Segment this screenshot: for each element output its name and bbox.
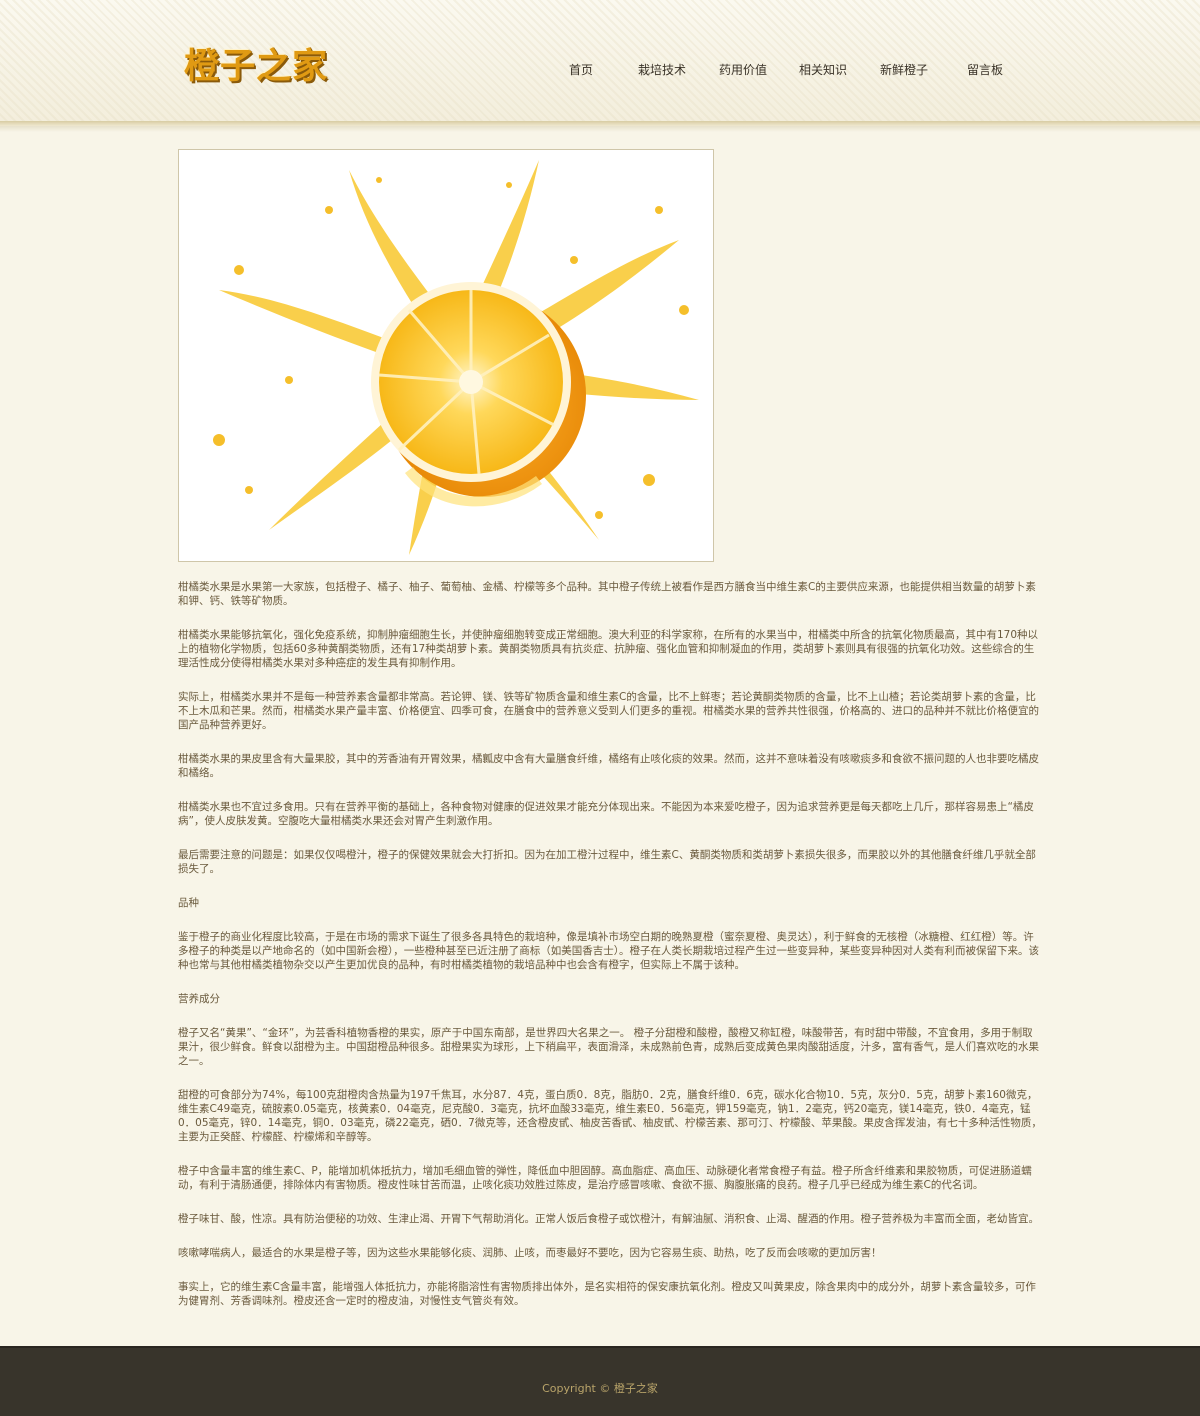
nav-item-home[interactable]: 首页 bbox=[569, 58, 593, 82]
nav-item-guestbook[interactable]: 留言板 bbox=[967, 58, 1003, 82]
nav-item-cultivation[interactable]: 栽培技术 bbox=[638, 58, 686, 82]
hero-image bbox=[178, 149, 714, 562]
site-header bbox=[0, 0, 1200, 125]
article-paragraph: 橙子味甘、酸，性凉。具有防治便秘的功效、生津止渴、开胃下气帮助消化。正常人饭后食… bbox=[178, 1213, 1039, 1225]
orange-splash-illustration bbox=[213, 160, 699, 555]
article-paragraph: 柑橘类水果是水果第一大家族，包括橙子、橘子、柚子、葡萄柚、金橘、柠檬等多个品种。… bbox=[178, 581, 1036, 607]
article-paragraph: 柑橘类水果的果皮里含有大量果胶，其中的芳香油有开胃效果，橘瓤皮中含有大量膳食纤维… bbox=[178, 753, 1039, 779]
article-paragraph: 橙子又名“黄果”、“金环”，为芸香科植物香橙的果实，原产于中国东南部，是世界四大… bbox=[178, 1027, 1039, 1067]
nav-item-medicinal[interactable]: 药用价值 bbox=[719, 58, 767, 82]
section-heading-nutrition: 营养成分 bbox=[178, 993, 220, 1005]
article-paragraph: 柑橘类水果能够抗氧化，强化免疫系统，抑制肿瘤细胞生长，并使肿瘤细胞转变成正常细胞… bbox=[178, 629, 1039, 669]
article-paragraph: 事实上，它的维生素C含量丰富，能增强人体抵抗力，亦能将脂溶性有害物质排出体外，是… bbox=[178, 1281, 1036, 1307]
article-paragraph: 实际上，柑橘类水果并不是每一种营养素含量都非常高。若论钾、镁、铁等矿物质含量和维… bbox=[178, 691, 1039, 731]
article-paragraph: 橙子中含量丰富的维生素C、P，能增加机体抵抗力，增加毛细血管的弹性，降低血中胆固… bbox=[178, 1165, 1032, 1191]
article-paragraph: 柑橘类水果也不宜过多食用。只有在营养平衡的基础上，各种食物对健康的促进效果才能充… bbox=[178, 801, 1034, 827]
copyright-text: Copyright © 橙子之家 bbox=[542, 1382, 658, 1395]
article-paragraph: 最后需要注意的问题是：如果仅仅喝橙汁，橙子的保健效果就会大打折扣。因为在加工橙汁… bbox=[178, 849, 1036, 875]
article-paragraph: 鉴于橙子的商业化程度比较高，于是在市场的需求下诞生了很多各具特色的栽培种，像是填… bbox=[178, 931, 1039, 971]
article-paragraph: 甜橙的可食部分为74%，每100克甜橙肉含热量为197千焦耳，水分87．4克，蛋… bbox=[178, 1089, 1042, 1143]
site-logo[interactable]: 橙子之家 bbox=[184, 44, 328, 90]
nav-item-knowledge[interactable]: 相关知识 bbox=[799, 58, 847, 82]
nav-item-fresh[interactable]: 新鲜橙子 bbox=[880, 58, 928, 82]
article-paragraph: 咳嗽哮喘病人，最适合的水果是橙子等，因为这些水果能够化痰、润肺、止咳，而枣最好不… bbox=[178, 1247, 882, 1259]
article-body: 柑橘类水果是水果第一大家族，包括橙子、橘子、柚子、葡萄柚、金橘、柠檬等多个品种。… bbox=[178, 580, 1042, 1328]
header-shadow bbox=[0, 126, 1200, 132]
site-footer: Copyright © 橙子之家 bbox=[0, 1346, 1200, 1416]
section-heading-varieties: 品种 bbox=[178, 897, 199, 909]
